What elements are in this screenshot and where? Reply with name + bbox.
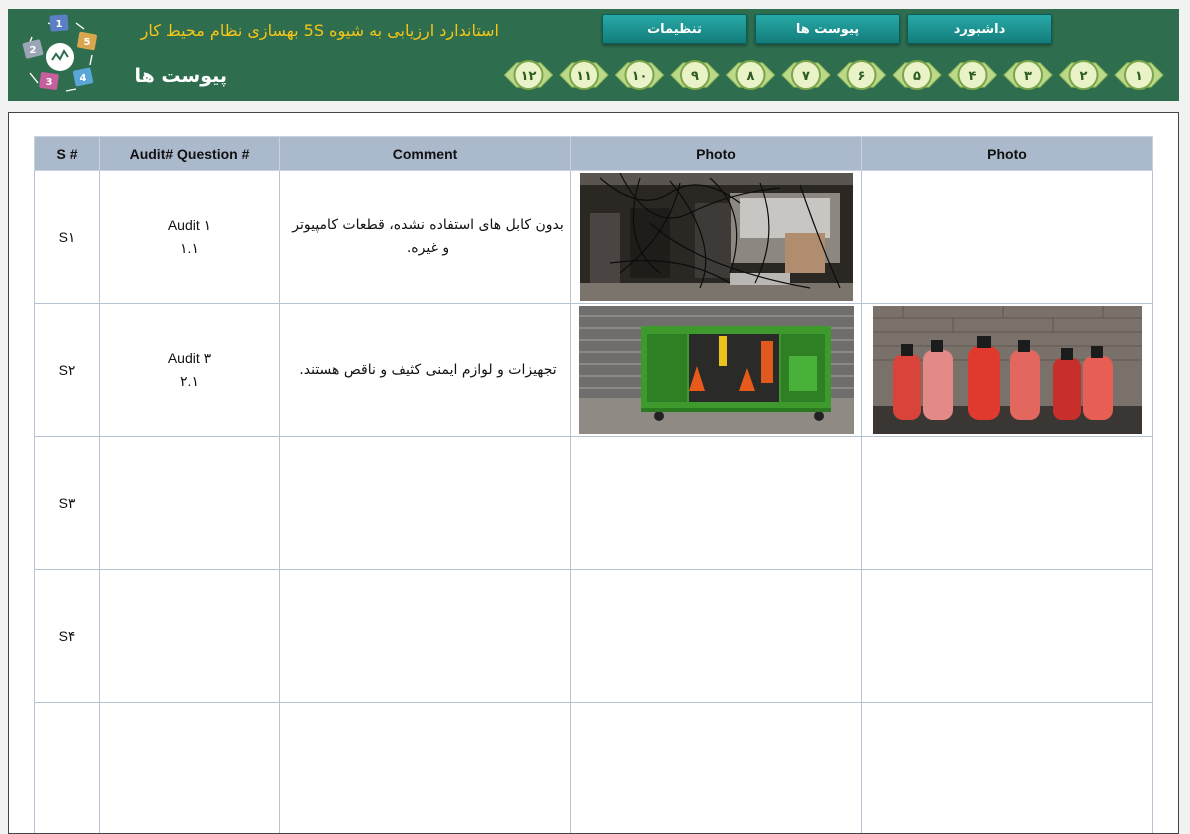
- svg-text:4: 4: [80, 73, 87, 84]
- attachments-panel: S # Audit# Question # Comment Photo Phot…: [8, 112, 1179, 834]
- audit-cell[interactable]: [99, 569, 280, 703]
- settings-button[interactable]: تنظیمات: [602, 14, 747, 44]
- attachments-button[interactable]: پیوست ها: [755, 14, 900, 44]
- table-row: S۳: [34, 436, 1153, 570]
- 5s-cycle-logo-icon: 1 5 4 3 2: [22, 14, 97, 92]
- table-header-row: S # Audit# Question # Comment Photo Phot…: [34, 136, 1153, 171]
- column-header-photo-1: Photo: [570, 136, 862, 171]
- comment-cell[interactable]: [279, 702, 571, 833]
- safety-cabinet-photo[interactable]: [578, 306, 854, 434]
- column-header-s: S #: [34, 136, 100, 171]
- step-button-12[interactable]: ۱۲: [513, 60, 544, 90]
- column-header-audit-question: Audit# Question #: [99, 136, 280, 171]
- question-label: ۱.۱: [180, 240, 199, 256]
- audit-cell[interactable]: [99, 702, 280, 833]
- comment-cell[interactable]: [279, 436, 571, 570]
- svg-text:3: 3: [46, 77, 53, 88]
- audit-label: Audit ۳: [167, 350, 212, 366]
- step-button-10[interactable]: ۱۰: [624, 60, 655, 90]
- svg-text:1: 1: [56, 19, 63, 30]
- step-button-8[interactable]: ۸: [735, 60, 766, 90]
- table-row: S۲ Audit ۳ ۲.۱ تجهیزات و لوازم ایمنی کثی…: [34, 303, 1153, 437]
- audit-cell[interactable]: Audit ۳ ۲.۱: [99, 303, 280, 437]
- comment-cell[interactable]: [279, 569, 571, 703]
- s-cell[interactable]: [34, 702, 100, 833]
- svg-text:5: 5: [84, 37, 91, 48]
- audit-steps-nav: ۱۲۳۴۵۶۷۸۹۱۰۱۱۱۲: [503, 60, 1164, 90]
- step-button-11[interactable]: ۱۱: [569, 60, 599, 90]
- photo-cell[interactable]: [861, 702, 1153, 833]
- s-cell[interactable]: S۳: [34, 436, 100, 570]
- step-label: ۷: [802, 69, 810, 84]
- comment-cell[interactable]: تجهیزات و لوازم ایمنی کثیف و ناقص هستند.: [279, 303, 571, 437]
- comment-cell[interactable]: بدون کابل های استفاده نشده، قطعات کامپیو…: [279, 170, 571, 304]
- s-cell[interactable]: S۴: [34, 569, 100, 703]
- app-header: 1 5 4 3 2 استاندارد ارزیابی به شیوه 5S ب…: [8, 9, 1179, 101]
- app-title: استاندارد ارزیابی به شیوه 5S بهسازی نظام…: [140, 21, 499, 40]
- step-button-4[interactable]: ۴: [957, 60, 988, 90]
- step-label: ۹: [691, 69, 699, 84]
- step-button-6[interactable]: ۶: [846, 60, 877, 90]
- photo-cell[interactable]: [570, 702, 862, 833]
- step-label: ۶: [858, 69, 866, 84]
- audit-cell[interactable]: Audit ۱ ۱.۱: [99, 170, 280, 304]
- step-button-3[interactable]: ۳: [1013, 60, 1043, 90]
- step-button-1[interactable]: ۱: [1124, 60, 1154, 90]
- attachments-table: S # Audit# Question # Comment Photo Phot…: [34, 136, 1153, 833]
- step-label: ۱۲: [521, 69, 537, 84]
- photo-cell[interactable]: [861, 569, 1153, 703]
- photo-cell[interactable]: [570, 569, 862, 703]
- photo-cell[interactable]: [861, 303, 1153, 437]
- page-title: پیوست ها: [134, 65, 227, 87]
- step-label: ۴: [969, 69, 977, 84]
- step-label: ۱۱: [576, 69, 592, 84]
- question-label: ۲.۱: [180, 373, 199, 389]
- step-label: ۱۰: [632, 69, 648, 84]
- step-button-9[interactable]: ۹: [680, 60, 710, 90]
- step-label: ۳: [1024, 69, 1032, 84]
- photo-cell[interactable]: [570, 436, 862, 570]
- step-label: ۵: [913, 69, 921, 84]
- table-row: S۴: [34, 569, 1153, 703]
- dashboard-button[interactable]: داشبورد: [907, 14, 1052, 44]
- photo-cell[interactable]: [861, 170, 1153, 304]
- step-button-5[interactable]: ۵: [902, 60, 932, 90]
- table-row: [34, 702, 1153, 833]
- table-row: S۱ Audit ۱ ۱.۱ بدون کابل های استفاده نشد…: [34, 170, 1153, 304]
- step-button-7[interactable]: ۷: [791, 60, 821, 90]
- step-label: ۸: [747, 69, 755, 84]
- step-button-2[interactable]: ۲: [1068, 60, 1099, 90]
- s-cell[interactable]: S۱: [34, 170, 100, 304]
- s-cell[interactable]: S۲: [34, 303, 100, 437]
- fire-extinguishers-photo[interactable]: [872, 306, 1142, 434]
- column-header-comment: Comment: [279, 136, 571, 171]
- cables-photo[interactable]: [579, 173, 853, 301]
- column-header-photo-2: Photo: [861, 136, 1153, 171]
- audit-cell[interactable]: [99, 436, 280, 570]
- step-label: ۲: [1080, 69, 1088, 84]
- photo-cell[interactable]: [570, 170, 862, 304]
- svg-text:2: 2: [30, 45, 37, 56]
- step-label: ۱: [1135, 69, 1143, 84]
- photo-cell[interactable]: [570, 303, 862, 437]
- audit-label: Audit ۱: [167, 217, 212, 233]
- photo-cell[interactable]: [861, 436, 1153, 570]
